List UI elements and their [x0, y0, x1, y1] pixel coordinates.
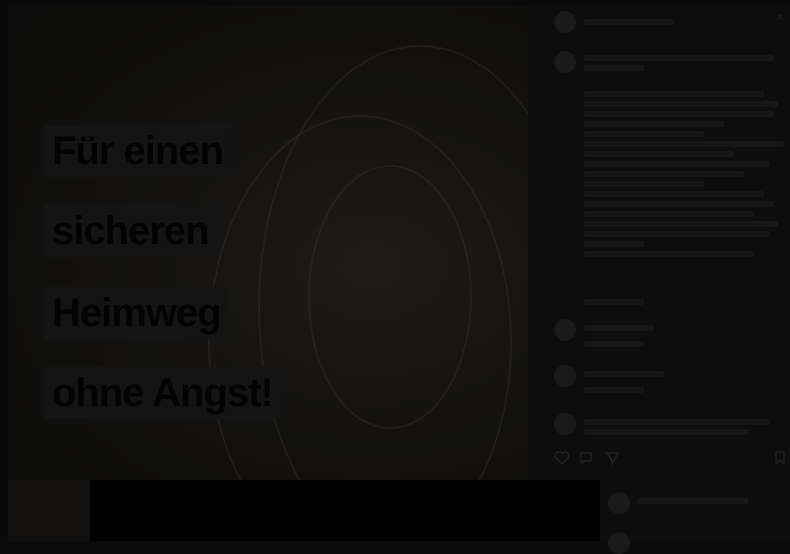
feed-line [638, 498, 748, 504]
dimmed-page: Für einen sicheren Heimweg ohne Angst! × [0, 0, 790, 554]
background-black-area [90, 480, 600, 541]
author-header [584, 15, 704, 29]
share-icon[interactable] [604, 451, 620, 465]
close-icon[interactable]: × [776, 9, 784, 24]
comment-item [584, 321, 782, 351]
comment-avatar[interactable] [554, 319, 576, 341]
comment-line [584, 429, 749, 435]
feed-avatar [608, 492, 630, 514]
caption-line [584, 111, 774, 117]
author-name-placeholder [584, 19, 674, 25]
headline-text-3: Heimweg [52, 291, 222, 335]
headline-text-2: sicheren [52, 209, 210, 253]
comment-line [584, 341, 644, 347]
comments-panel: × [528, 5, 790, 480]
caption-line [584, 171, 744, 177]
caption-line [584, 181, 704, 187]
comment-icon[interactable] [578, 451, 594, 465]
comment-line [584, 387, 644, 393]
comment-avatar[interactable] [554, 365, 576, 387]
caption-avatar[interactable] [554, 51, 576, 73]
caption-line [584, 141, 784, 147]
background-feed-fragment [600, 480, 790, 554]
hair-strand [308, 165, 472, 429]
headline-text-4: ohne Angst! [52, 371, 274, 415]
caption-line [584, 131, 704, 137]
caption-line [584, 221, 779, 227]
caption-block [584, 51, 782, 75]
caption-body [584, 87, 784, 261]
headline-line-3: Heimweg [44, 287, 229, 339]
comment-item [584, 415, 782, 439]
headline-line-2: sicheren [44, 205, 217, 257]
caption-line [584, 65, 644, 71]
headline-line-1: Für einen [44, 125, 232, 177]
caption-line [584, 231, 769, 237]
headline-line-4: ohne Angst! [44, 367, 281, 419]
comment-line [584, 325, 654, 331]
caption-line [584, 201, 774, 207]
timestamp-placeholder [584, 299, 644, 305]
comment-line [584, 371, 664, 377]
comment-line [584, 419, 769, 425]
caption-line [584, 101, 779, 107]
feed-avatar [608, 532, 630, 554]
caption-line [584, 191, 764, 197]
caption-line [584, 251, 754, 257]
caption-line [584, 121, 724, 127]
caption-line [584, 241, 644, 247]
comment-item [584, 367, 782, 397]
caption-line [584, 55, 774, 61]
heart-icon[interactable] [554, 451, 570, 465]
caption-timestamp [584, 295, 782, 309]
caption-line [584, 211, 754, 217]
bookmark-icon[interactable] [774, 451, 786, 465]
post-image: Für einen sicheren Heimweg ohne Angst! [8, 5, 528, 480]
author-avatar[interactable] [554, 11, 576, 33]
background-image-fragment [8, 480, 90, 541]
headline-text-1: Für einen [52, 129, 224, 173]
caption-line [584, 91, 764, 97]
comment-avatar[interactable] [554, 413, 576, 435]
caption-line [584, 161, 769, 167]
caption-line [584, 151, 734, 157]
